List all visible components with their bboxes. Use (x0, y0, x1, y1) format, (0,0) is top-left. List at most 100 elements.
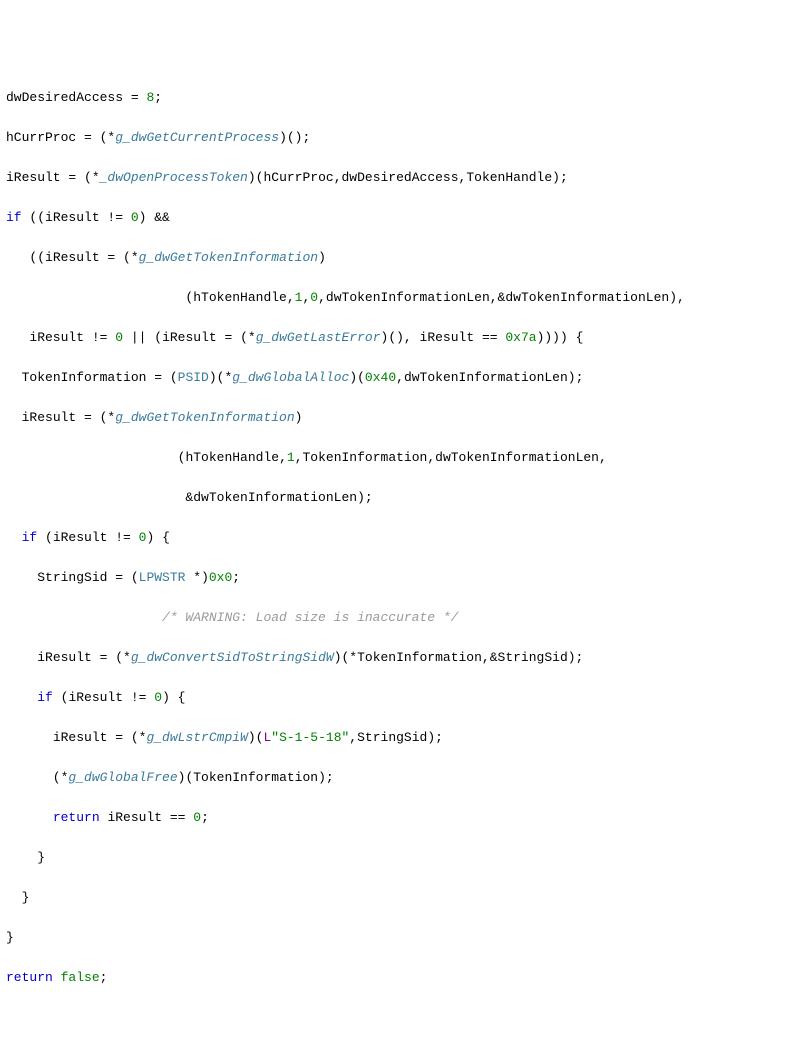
code-line: iResult = (*g_dwConvertSidToStringSidW)(… (6, 648, 797, 668)
token-global: g_dwGlobalFree (68, 770, 177, 785)
token-identifier: StringSid (37, 570, 107, 585)
token-op: == (474, 330, 505, 345)
token-identifier: iResult (29, 330, 84, 345)
token-op: } (6, 890, 29, 905)
code-line: if (iResult != 0) { (6, 528, 797, 548)
token-op: , (318, 290, 326, 305)
token-op: ) { (162, 690, 185, 705)
token-op: } (6, 850, 45, 865)
code-line: ((iResult = (*g_dwGetTokenInformation) (6, 248, 797, 268)
token-op: ); (318, 770, 334, 785)
token-identifier: TokenInformation (22, 370, 147, 385)
code-line: } (6, 848, 797, 868)
token-op: ,& (490, 290, 506, 305)
code-line: return iResult == 0; (6, 808, 797, 828)
token-op: = ( (107, 570, 138, 585)
token-op: ,& (482, 650, 498, 665)
code-line: } (6, 928, 797, 948)
token-identifier: TokenInformation (193, 770, 318, 785)
token-type: PSID (178, 370, 209, 385)
code-line: iResult = (*g_dwLstrCmpiW)(L"S-1-5-18",S… (6, 728, 797, 748)
token-global: g_dwGetCurrentProcess (115, 130, 279, 145)
token-number: 0 (115, 330, 123, 345)
code-line: TokenInformation = (PSID)(*g_dwGlobalAll… (6, 368, 797, 388)
token-op: ); (568, 370, 584, 385)
token-op: )(* (209, 370, 232, 385)
token-op (6, 330, 29, 345)
token-global: g_dwLstrCmpiW (146, 730, 247, 745)
token-type: LPWSTR (139, 570, 186, 585)
token-global: _dwOpenProcessToken (100, 170, 248, 185)
code-line: return false; (6, 968, 797, 988)
token-op: != (107, 530, 138, 545)
token-number: 0x0 (209, 570, 232, 585)
token-op: = (* (217, 330, 256, 345)
token-keyword: return (53, 810, 100, 825)
code-line: if ((iResult != 0) && (6, 208, 797, 228)
token-op: , (396, 370, 404, 385)
token-op: & (6, 490, 193, 505)
token-op: ); (427, 730, 443, 745)
token-op: || ( (123, 330, 162, 345)
token-identifier: dwTokenInformationLen (193, 490, 357, 505)
token-op: ); (357, 490, 373, 505)
token-number: 0x40 (365, 370, 396, 385)
token-op: = (123, 90, 146, 105)
token-identifier: iResult (53, 730, 108, 745)
token-op: != (123, 690, 154, 705)
token-op: ; (232, 570, 240, 585)
token-identifier: hTokenHandle (185, 450, 279, 465)
code-line: hCurrProc = (*g_dwGetCurrentProcess)(); (6, 128, 797, 148)
token-op: )( (248, 730, 264, 745)
token-op: )( (248, 170, 264, 185)
token-op: ( (37, 530, 53, 545)
token-op: ) && (139, 210, 170, 225)
token-identifier: iResult (6, 170, 61, 185)
token-global: g_dwGetLastError (256, 330, 381, 345)
token-identifier: iResult (68, 690, 123, 705)
token-op (6, 570, 37, 585)
token-op (53, 970, 61, 985)
token-op: ) (318, 250, 326, 265)
token-op: , (287, 290, 295, 305)
token-op (100, 810, 108, 825)
token-keyword: if (6, 210, 22, 225)
token-op (6, 690, 37, 705)
code-line: iResult = (*g_dwGetTokenInformation) (6, 408, 797, 428)
token-identifier: dwTokenInformationLen (435, 450, 599, 465)
token-op: , (334, 170, 342, 185)
token-op: != (100, 210, 131, 225)
token-op: , (427, 450, 435, 465)
token-identifier: dwDesiredAccess (6, 90, 123, 105)
token-literal: false (61, 970, 100, 985)
code-line: &dwTokenInformationLen); (6, 488, 797, 508)
token-identifier: iResult (162, 330, 217, 345)
code-line: iResult != 0 || (iResult = (*g_dwGetLast… (6, 328, 797, 348)
token-op: } (6, 930, 14, 945)
token-op: )))) { (537, 330, 584, 345)
token-global: g_dwConvertSidToStringSidW (131, 650, 334, 665)
token-op: = (* (92, 650, 131, 665)
token-op: , (599, 450, 607, 465)
token-identifier: StringSid (357, 730, 427, 745)
token-op: ); (552, 170, 568, 185)
code-line: /* WARNING: Load size is inaccurate */ (6, 608, 797, 628)
token-op: (( (22, 210, 45, 225)
token-wideprefix: L (263, 730, 271, 745)
token-identifier: dwDesiredAccess (342, 170, 459, 185)
token-op: = ( (146, 370, 177, 385)
code-line: StringSid = (LPWSTR *)0x0; (6, 568, 797, 588)
token-op: , (295, 450, 303, 465)
token-number: 0x7a (505, 330, 536, 345)
token-op (6, 410, 22, 425)
token-op: = (* (107, 730, 146, 745)
token-op: )(* (334, 650, 357, 665)
token-op: ) (295, 410, 303, 425)
token-op: , (279, 450, 287, 465)
token-identifier: dwTokenInformationLen (326, 290, 490, 305)
token-op: *) (185, 570, 208, 585)
token-op (6, 370, 22, 385)
code-line: } (6, 888, 797, 908)
token-op: )(), (381, 330, 420, 345)
token-op: (( (6, 250, 45, 265)
